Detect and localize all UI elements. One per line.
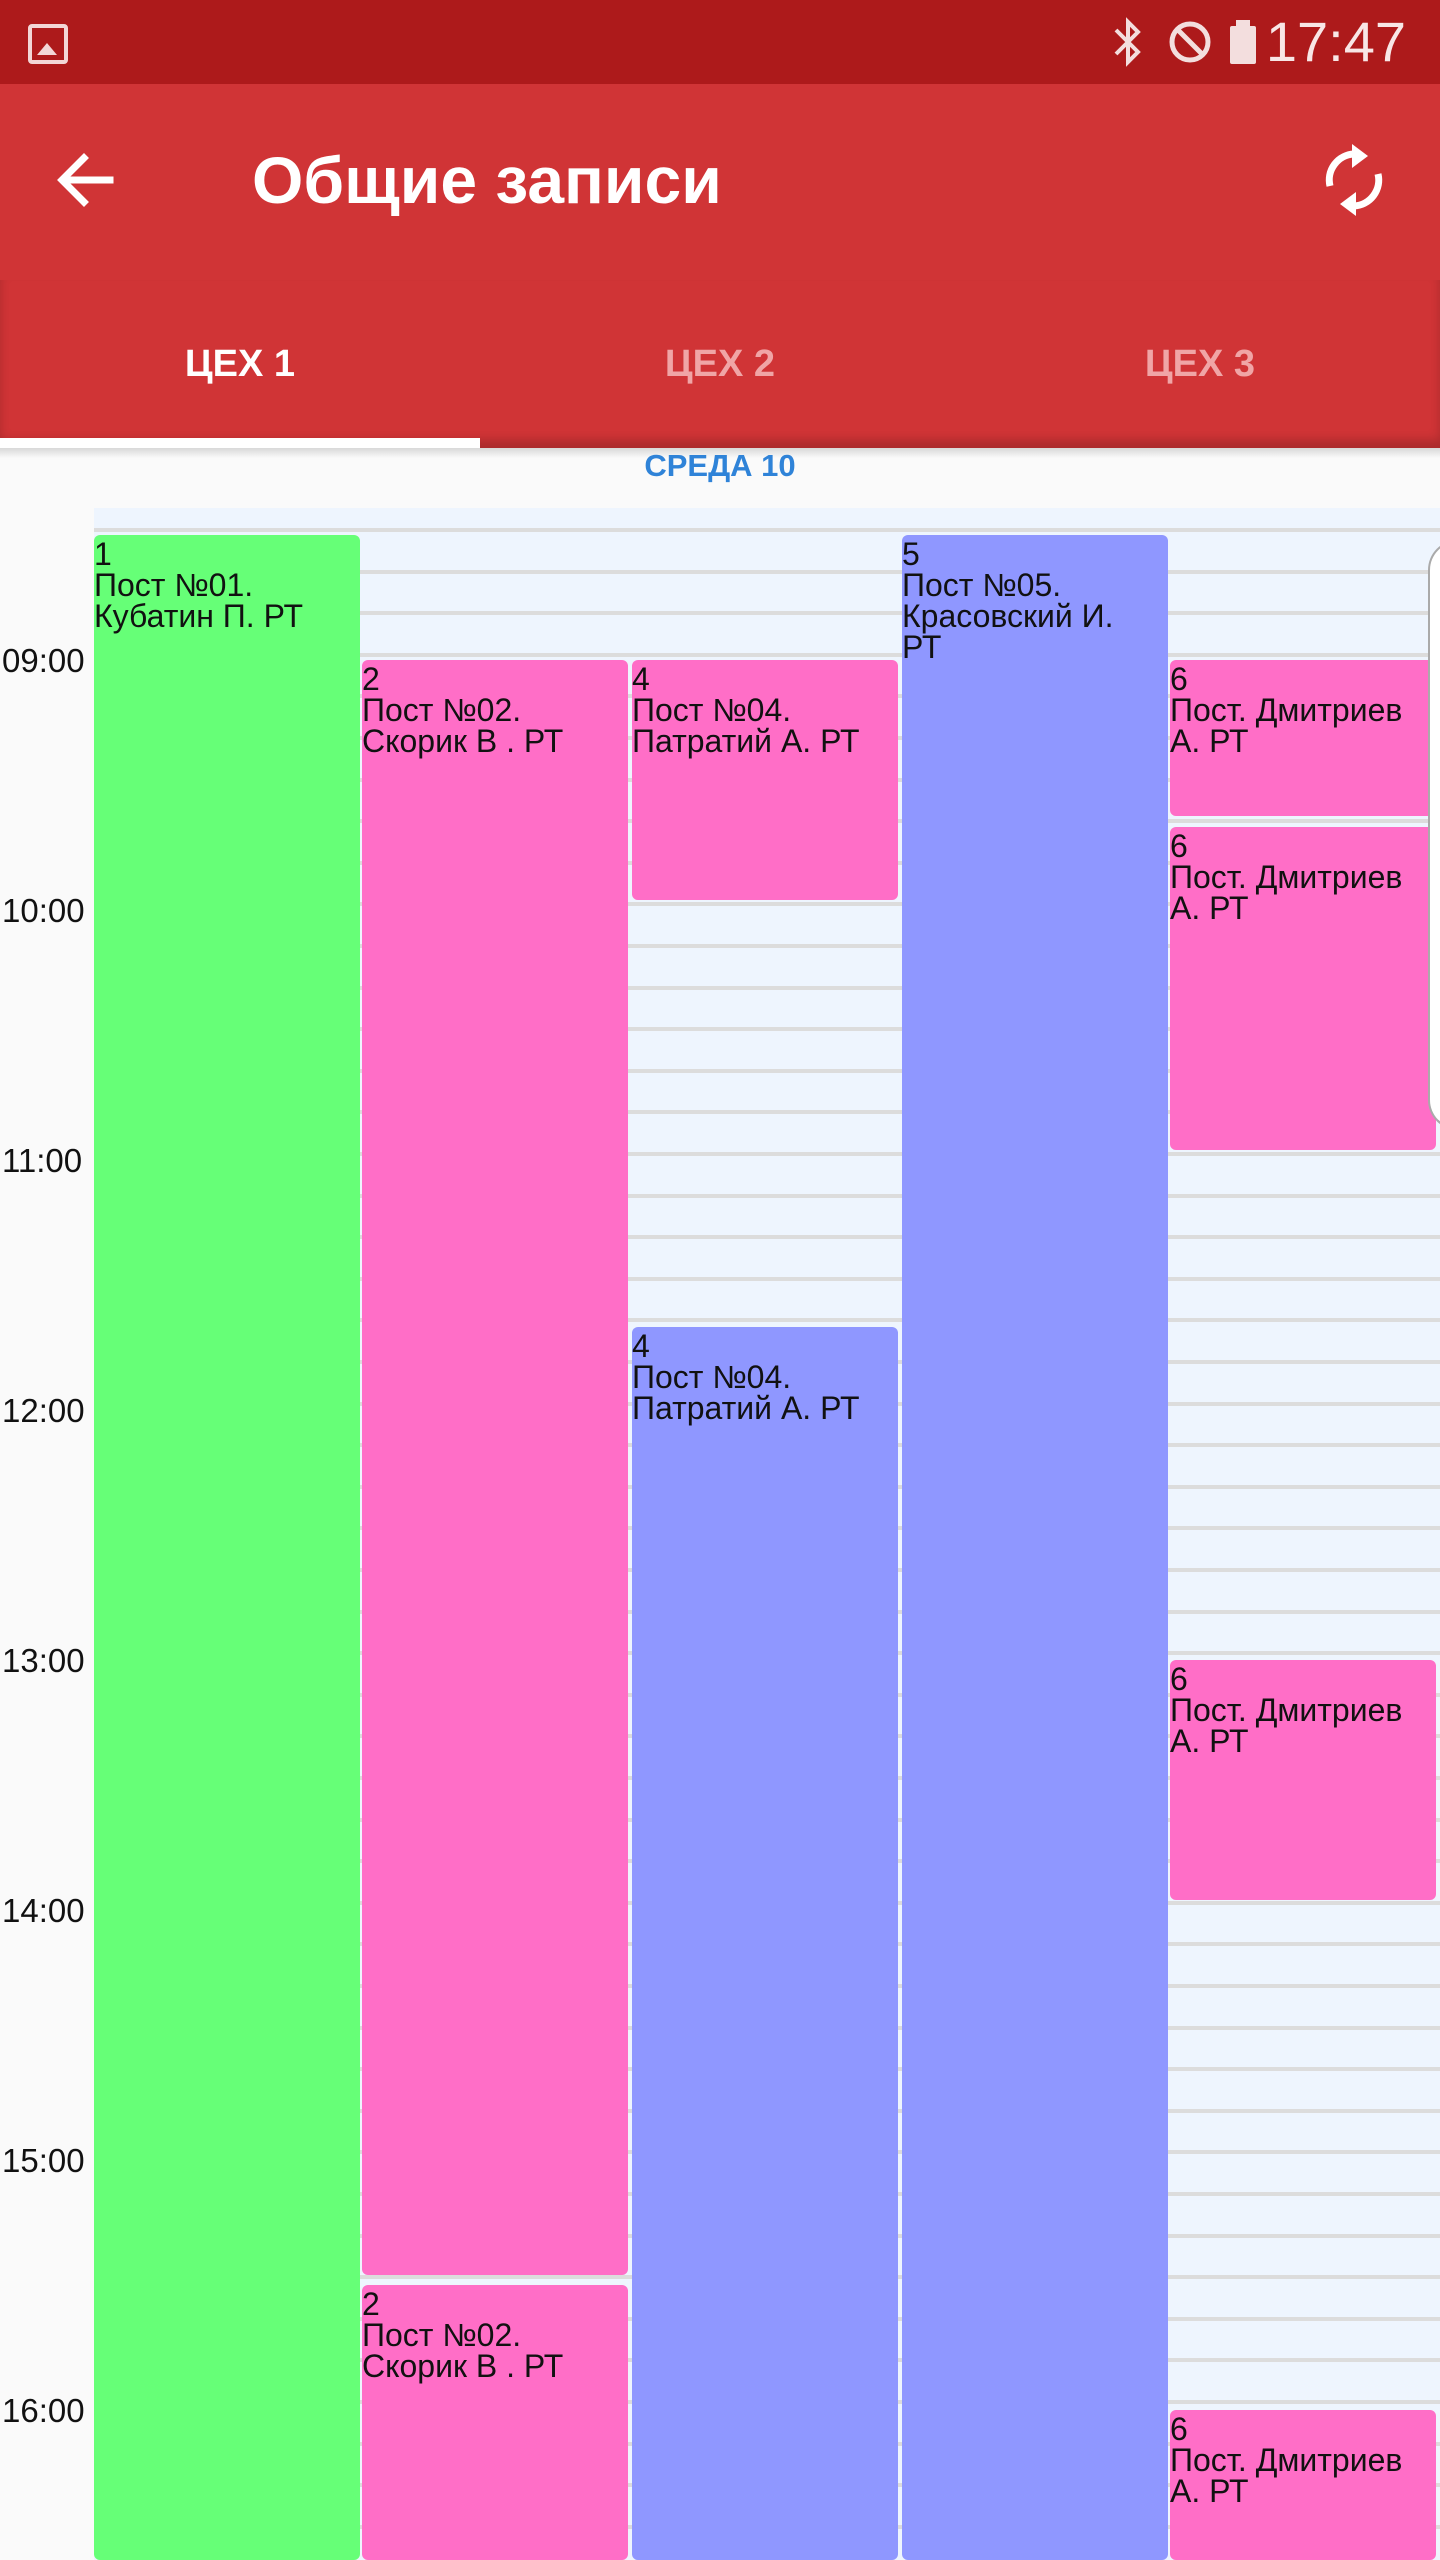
appointment-card[interactable]: 6 Пост. Дмитриев А. РТ [1170, 660, 1436, 816]
appointment-number: 4 [632, 1328, 650, 1364]
appointment-person: А. РТ [1170, 1723, 1249, 1759]
appointment-person: Красовский И. РТ [902, 598, 1114, 665]
appointment-card[interactable]: 2 Пост №02. Скорик В . РТ [362, 2285, 628, 2560]
appointment-post: Пост №04. [632, 1359, 792, 1395]
appointment-number: 2 [362, 661, 380, 697]
tab-bar: ЦЕХ 1 ЦЕХ 2 ЦЕХ 3 [0, 280, 1440, 448]
appointment-post: Пост. Дмитриев [1170, 1692, 1403, 1728]
time-label: 11:00 [2, 1142, 83, 1179]
appointment-person: А. РТ [1170, 890, 1249, 926]
status-bar: 17:47 [0, 0, 1440, 84]
battery-icon [1230, 20, 1256, 64]
schedule-grid[interactable]: 1 Пост №01. Кубатин П. РТ 2 Пост №02. Скорик … [94, 508, 1440, 2560]
refresh-icon[interactable] [1316, 142, 1392, 218]
time-label: 15:00 [2, 2142, 85, 2179]
time-label: 10:00 [2, 892, 85, 929]
bluetooth-icon [1114, 17, 1141, 67]
appointment-post: Пост. Дмитриев [1170, 692, 1403, 728]
appointment-number: 4 [632, 661, 650, 697]
app-bar: Общие записи [0, 84, 1440, 280]
appointment-person: Скорик В . РТ [362, 2348, 564, 2384]
appointment-person: А. РТ [1170, 723, 1249, 759]
time-label: 14:00 [2, 1892, 85, 1929]
time-label: 09:00 [2, 642, 85, 679]
do-not-disturb-icon [1169, 21, 1211, 63]
appointment-person: Патратий А. РТ [632, 1390, 860, 1426]
tab-shop-1[interactable]: ЦЕХ 1 [0, 280, 480, 448]
time-column: 09:00 10:00 11:00 12:00 13:00 14:00 15:0… [0, 488, 94, 2560]
appointment-person: Скорик В . РТ [362, 723, 564, 759]
appointment-card[interactable]: 5 Пост №05. Красовский И. РТ [902, 535, 1168, 2560]
arrow-back-icon[interactable] [50, 144, 122, 216]
tab-shop-2[interactable]: ЦЕХ 2 [480, 280, 960, 448]
tab-shop-3[interactable]: ЦЕХ 3 [960, 280, 1440, 448]
appointment-card[interactable]: 4 Пост №04. Патратий А. РТ [632, 1327, 898, 2560]
appointment-number: 5 [902, 536, 920, 572]
page-title: Общие записи [252, 143, 722, 217]
image-icon [28, 24, 68, 64]
clock: 17:47 [1265, 10, 1406, 73]
appointment-number: 1 [94, 536, 112, 572]
offscreen-event-edge [1428, 540, 1440, 1130]
appointment-person: А. РТ [1170, 2473, 1249, 2509]
appointment-post: Пост. Дмитриев [1170, 2442, 1403, 2478]
day-header: СРЕДА 10 [644, 448, 796, 483]
time-label: 16:00 [2, 2392, 85, 2429]
appointment-number: 6 [1170, 2411, 1188, 2447]
appointment-card[interactable]: 6 Пост. Дмитриев А. РТ [1170, 827, 1436, 1150]
time-label: 13:00 [2, 1642, 85, 1679]
appointment-number: 6 [1170, 828, 1188, 864]
slot-line [94, 528, 1440, 532]
appointment-person: Кубатин П. РТ [94, 598, 304, 634]
appointment-post: Пост №05. [902, 567, 1062, 603]
appointment-card[interactable]: 4 Пост №04. Патратий А. РТ [632, 660, 898, 900]
appointment-card[interactable]: 6 Пост. Дмитриев А. РТ [1170, 2410, 1436, 2560]
appointment-person: Патратий А. РТ [632, 723, 860, 759]
appointment-number: 6 [1170, 1661, 1188, 1697]
appointment-post: Пост №02. [362, 2317, 522, 2353]
appointment-number: 6 [1170, 661, 1188, 697]
appointment-card[interactable]: 6 Пост. Дмитриев А. РТ [1170, 1660, 1436, 1900]
appointment-number: 2 [362, 2286, 380, 2322]
appointment-post: Пост. Дмитриев [1170, 859, 1403, 895]
appointment-post: Пост №04. [632, 692, 792, 728]
appointment-card[interactable]: 2 Пост №02. Скорик В . РТ [362, 660, 628, 2275]
appointment-card[interactable]: 1 Пост №01. Кубатин П. РТ [94, 535, 360, 2560]
appointment-post: Пост №02. [362, 692, 522, 728]
appointment-post: Пост №01. [94, 567, 254, 603]
time-label: 12:00 [2, 1392, 85, 1429]
